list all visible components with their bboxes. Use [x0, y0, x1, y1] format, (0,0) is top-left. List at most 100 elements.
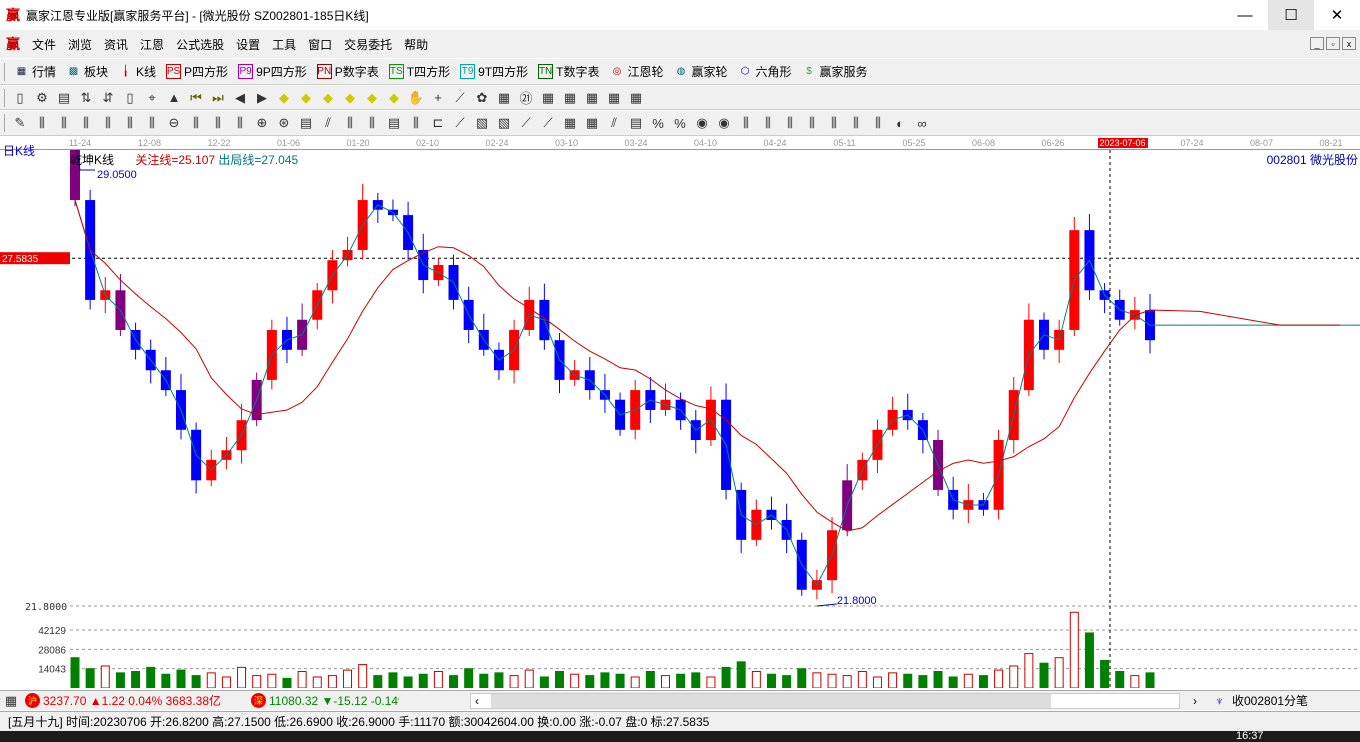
tool-icon[interactable]: ▤ [627, 114, 645, 132]
scroll-right-icon[interactable]: › [1193, 694, 1197, 708]
menu-item[interactable]: 资讯 [104, 36, 128, 53]
tool-icon[interactable]: % [671, 114, 689, 132]
tool-icon[interactable]: ⫼ [209, 114, 227, 132]
toolbar-button[interactable]: ⬡ 六角形 [738, 63, 792, 80]
tool-icon[interactable]: ⌖ [143, 89, 161, 107]
tool-icon[interactable]: ◀ [231, 89, 249, 107]
minimize-button[interactable]: — [1222, 0, 1268, 30]
tool-icon[interactable]: ⫽ [319, 114, 337, 132]
tool-icon[interactable]: ⟋ [517, 114, 535, 132]
menu-item[interactable]: 文件 [32, 36, 56, 53]
menu-item[interactable]: 窗口 [308, 36, 332, 53]
tool-icon[interactable]: ⫼ [231, 114, 249, 132]
toolbar-button[interactable]: TS T四方形 [388, 63, 450, 80]
tool-icon[interactable]: ▯ [121, 89, 139, 107]
tool-icon[interactable]: ⚙ [33, 89, 51, 107]
tool-icon[interactable]: ▦ [561, 89, 579, 107]
tool-icon[interactable]: ▦ [627, 89, 645, 107]
tool-icon[interactable]: % [649, 114, 667, 132]
tool-icon[interactable]: ◐ [891, 114, 909, 132]
shanghai-index[interactable]: 3237.70 ▲1.22 0.04% 3683.38亿 [43, 692, 221, 709]
toolbar-button[interactable]: PN P数字表 [316, 63, 379, 80]
tool-icon[interactable]: ⫼ [33, 114, 51, 132]
tool-icon[interactable]: ⇵ [99, 89, 117, 107]
tool-icon[interactable]: ▧ [495, 114, 513, 132]
tool-icon[interactable]: ⫼ [121, 114, 139, 132]
tool-icon[interactable]: ⫼ [847, 114, 865, 132]
scroll-thumb[interactable] [491, 694, 1051, 708]
maximize-button[interactable]: ☐ [1268, 0, 1314, 30]
tool-icon[interactable]: ◉ [693, 114, 711, 132]
tool-icon[interactable]: ⫼ [341, 114, 359, 132]
tool-icon[interactable]: ▤ [55, 89, 73, 107]
tool-icon[interactable]: ▲ [165, 89, 183, 107]
tool-icon[interactable]: ▤ [297, 114, 315, 132]
tool-icon[interactable]: ▯ [11, 89, 29, 107]
menu-item[interactable]: 浏览 [68, 36, 92, 53]
kline-canvas[interactable]: 27.5835 21.8000 42129 28086 14043 29.0500 21.8… [0, 136, 1360, 688]
tool-icon[interactable]: ✎ [11, 114, 29, 132]
tool-icon[interactable]: ◆ [319, 89, 337, 107]
shenzhen-index[interactable]: 11080.32 ▼-15.12 -0.14% 5542.38 [269, 694, 399, 708]
tool-icon[interactable]: ⫼ [143, 114, 161, 132]
tool-icon[interactable]: ◆ [297, 89, 315, 107]
toolbar-button[interactable]: ◎ 江恩轮 [609, 63, 664, 80]
tool-icon[interactable]: ⫽ [605, 114, 623, 132]
toolbar-button[interactable]: TN T数字表 [538, 63, 599, 80]
tool-icon[interactable]: ⊏ [429, 114, 447, 132]
tool-icon[interactable]: ✿ [473, 89, 491, 107]
toolbar-button[interactable]: PS P四方形 [166, 63, 228, 80]
menu-item[interactable]: 帮助 [404, 36, 428, 53]
tool-icon[interactable]: ⟋ [451, 114, 469, 132]
menu-item[interactable]: 公式选股 [176, 36, 224, 53]
tool-icon[interactable]: ⊕ [253, 114, 271, 132]
tool-icon[interactable]: ▦ [539, 89, 557, 107]
tool-icon[interactable]: ◆ [363, 89, 381, 107]
tool-icon[interactable]: ⊛ [275, 114, 293, 132]
scroll-left-icon[interactable]: ‹ [475, 694, 479, 708]
toolbar-button[interactable]: P9 9P四方形 [238, 63, 307, 80]
tool-icon[interactable]: + [429, 89, 447, 107]
tool-icon[interactable]: ▦ [495, 89, 513, 107]
tool-icon[interactable]: ⫼ [55, 114, 73, 132]
tool-icon[interactable]: ▤ [385, 114, 403, 132]
tool-icon[interactable]: ⏮ [187, 89, 205, 107]
tool-icon[interactable]: ⇅ [77, 89, 95, 107]
tool-icon[interactable]: ⫼ [869, 114, 887, 132]
tool-icon[interactable]: ⫼ [803, 114, 821, 132]
tool-icon[interactable]: ⫼ [759, 114, 777, 132]
menu-item[interactable]: 交易委托 [344, 36, 392, 53]
tool-icon[interactable]: ▦ [605, 89, 623, 107]
tool-icon[interactable]: ⫼ [825, 114, 843, 132]
tool-icon[interactable]: ▦ [583, 89, 601, 107]
tool-icon[interactable]: ⟋ [451, 89, 469, 107]
horizontal-scrollbar[interactable]: ‹ › [470, 693, 1197, 709]
tool-icon[interactable]: ⫼ [187, 114, 205, 132]
tool-icon[interactable]: ⫼ [99, 114, 117, 132]
toolbar-button[interactable]: T9 9T四方形 [460, 63, 528, 80]
tool-icon[interactable]: ◆ [341, 89, 359, 107]
toolbar-button[interactable]: ▩ 板块 [66, 63, 108, 80]
tool-icon[interactable]: ◆ [275, 89, 293, 107]
kline-chart[interactable]: 27.5835 21.8000 42129 28086 14043 29.0500 21.8… [0, 136, 1360, 688]
tool-icon[interactable]: ⫼ [781, 114, 799, 132]
mdi-restore-button[interactable]: ▫ [1326, 37, 1340, 50]
tool-icon[interactable]: ✋ [407, 89, 425, 107]
tool-icon[interactable]: ∞ [913, 114, 931, 132]
tool-icon[interactable]: ▶ [253, 89, 271, 107]
tool-icon[interactable]: ▦ [583, 114, 601, 132]
tool-icon[interactable]: ⊖ [165, 114, 183, 132]
tool-icon[interactable]: ◉ [715, 114, 733, 132]
mdi-close-button[interactable]: x [1342, 37, 1356, 50]
tick-data-link[interactable]: 收002801分笔 [1232, 692, 1308, 709]
tool-icon[interactable]: ⟋ [539, 114, 557, 132]
app-menu-icon[interactable]: 赢 [6, 34, 20, 54]
toolbar-button[interactable]: $ 赢家服务 [802, 63, 867, 80]
toolbar-button[interactable]: ╽ K线 [118, 63, 157, 80]
tool-icon[interactable]: ◆ [385, 89, 403, 107]
menu-item[interactable]: 设置 [236, 36, 260, 53]
mdi-minimize-button[interactable]: _ [1310, 37, 1324, 50]
tool-icon[interactable]: ⏭ [209, 89, 227, 107]
toolbar-button[interactable]: ◍ 赢家轮 [673, 63, 728, 80]
tool-icon[interactable]: ⫼ [77, 114, 95, 132]
